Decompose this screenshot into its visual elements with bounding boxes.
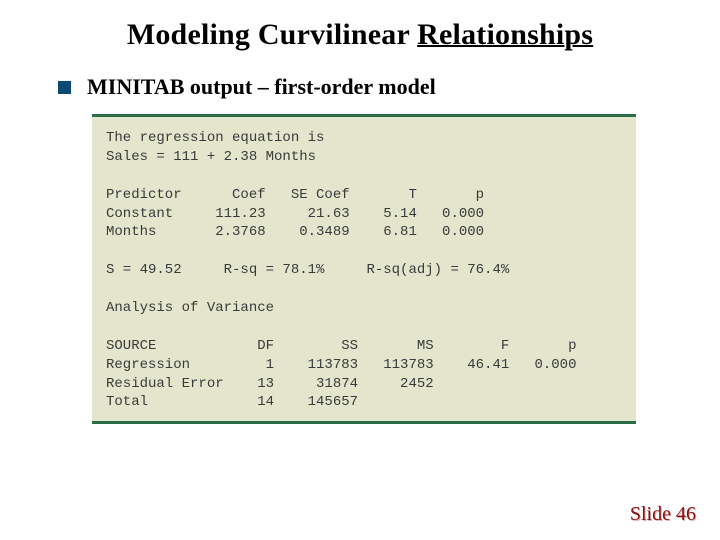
slide: Modeling Curvilinear Relationships MINIT… — [0, 0, 720, 540]
slide-footer: Slide 46 — [630, 503, 696, 526]
minitab-output-panel: The regression equation is Sales = 111 +… — [92, 114, 636, 424]
output-line: Total 14 145657 — [106, 394, 358, 410]
output-line: Sales = 111 + 2.38 Months — [106, 149, 316, 165]
output-line: Residual Error 13 31874 2452 — [106, 376, 434, 392]
square-bullet-icon — [58, 81, 71, 94]
output-line: The regression equation is — [106, 130, 324, 146]
output-line: Regression 1 113783 113783 46.41 0.000 — [106, 357, 576, 373]
footer-number: 46 — [676, 503, 696, 525]
subtitle-row: MINITAB output – first-order model — [58, 74, 436, 100]
title-underlined: Relationships — [417, 18, 593, 51]
output-line: Analysis of Variance — [106, 300, 274, 316]
title-text: Modeling Curvilinear — [127, 18, 417, 51]
slide-title: Modeling Curvilinear Relationships — [0, 18, 720, 52]
output-line: SOURCE DF SS MS F p — [106, 338, 576, 354]
subtitle-text: MINITAB output – first-order model — [87, 74, 436, 100]
output-line: S = 49.52 R-sq = 78.1% R-sq(adj) = 76.4% — [106, 262, 509, 278]
output-line: Constant 111.23 21.63 5.14 0.000 — [106, 206, 484, 222]
footer-label: Slide — [630, 503, 671, 525]
output-line: Predictor Coef SE Coef T p — [106, 187, 484, 203]
output-line: Months 2.3768 0.3489 6.81 0.000 — [106, 224, 484, 240]
